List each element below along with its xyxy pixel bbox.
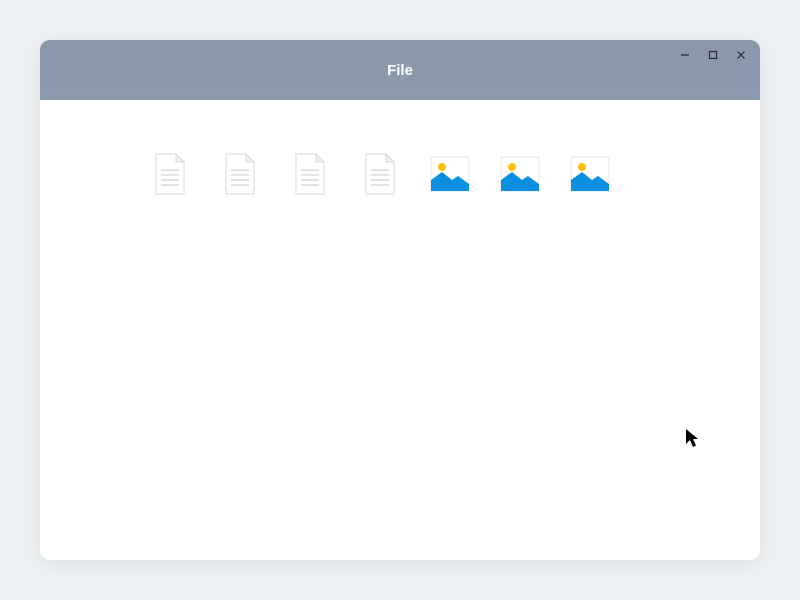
file-item[interactable] bbox=[290, 150, 330, 198]
file-grid bbox=[150, 150, 650, 198]
image-icon bbox=[430, 156, 470, 192]
file-item[interactable] bbox=[570, 150, 610, 198]
window-title: File bbox=[387, 62, 413, 79]
file-item[interactable] bbox=[220, 150, 260, 198]
document-icon bbox=[362, 152, 398, 196]
maximize-button[interactable] bbox=[706, 48, 720, 62]
cursor-icon bbox=[685, 428, 701, 453]
image-icon bbox=[500, 156, 540, 192]
file-explorer-window: File bbox=[40, 40, 760, 560]
content-area[interactable] bbox=[40, 100, 760, 560]
file-item[interactable] bbox=[500, 150, 540, 198]
file-item[interactable] bbox=[150, 150, 190, 198]
file-item[interactable] bbox=[360, 150, 400, 198]
minimize-button[interactable] bbox=[678, 48, 692, 62]
document-icon bbox=[152, 152, 188, 196]
titlebar: File bbox=[40, 40, 760, 100]
close-button[interactable] bbox=[734, 48, 748, 62]
image-icon bbox=[570, 156, 610, 192]
maximize-icon bbox=[708, 50, 718, 60]
window-controls bbox=[678, 48, 748, 62]
minimize-icon bbox=[680, 50, 690, 60]
document-icon bbox=[292, 152, 328, 196]
file-item[interactable] bbox=[430, 150, 470, 198]
close-icon bbox=[736, 50, 746, 60]
document-icon bbox=[222, 152, 258, 196]
